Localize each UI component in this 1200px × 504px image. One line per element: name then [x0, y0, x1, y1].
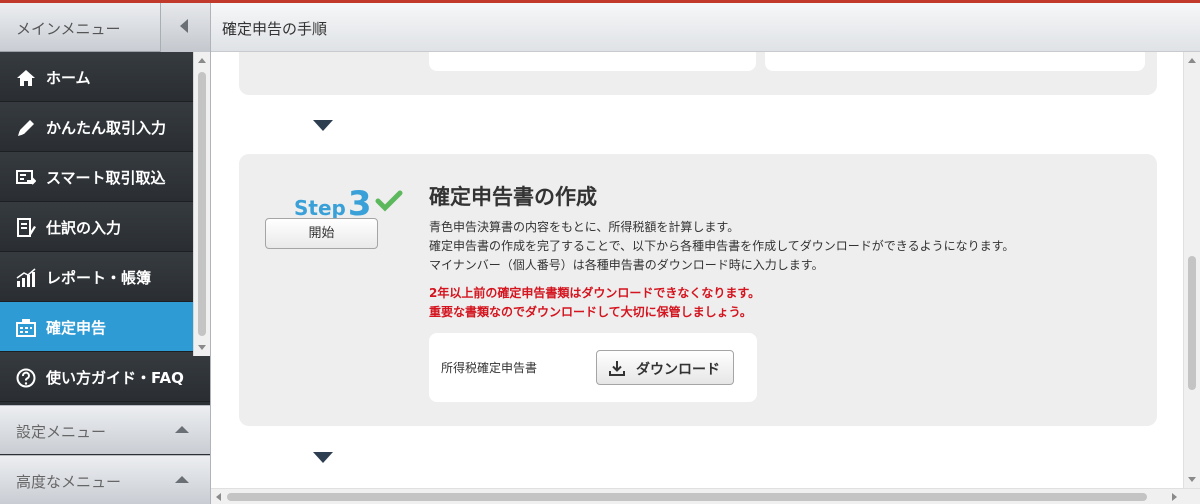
sidebar-item-label: 確定申告: [46, 319, 107, 337]
scroll-up-icon[interactable]: [1188, 58, 1196, 63]
check-icon: [375, 190, 403, 212]
sidebar-item-tax-return[interactable]: 確定申告: [0, 302, 193, 352]
chevron-up-icon: [175, 426, 189, 433]
sidebar: メインメニュー ホーム かんたん取引入力 スマート取引取込 仕訳の入力 レポート…: [0, 3, 210, 504]
download-icon: [609, 361, 625, 376]
help-icon: [16, 368, 36, 388]
journal-icon: [17, 218, 36, 237]
previous-step-card: [239, 52, 1157, 95]
sidebar-header: メインメニュー: [0, 3, 210, 52]
scroll-down-icon[interactable]: [198, 345, 206, 350]
chevron-left-icon: [180, 19, 188, 33]
step-arrow-down-icon: [313, 452, 333, 463]
sidebar-scrollbar[interactable]: [193, 52, 210, 356]
scroll-up-icon[interactable]: [198, 58, 206, 63]
download-button[interactable]: ダウンロード: [596, 350, 734, 385]
step-word: Step: [294, 196, 346, 220]
sidebar-item-guide-faq[interactable]: 使い方ガイド・FAQ: [0, 352, 210, 402]
tax-return-icon: [16, 319, 36, 337]
step-description-line: 確定申告書の作成を完了することで、以下から各種申告書を作成してダウンロードができ…: [429, 239, 1015, 253]
import-icon: [16, 170, 36, 185]
sidebar-item-label: かんたん取引入力: [46, 119, 167, 137]
sidebar-scrollbar-thumb[interactable]: [198, 72, 206, 336]
warning-line: 重要な書類なのでダウンロードして大切に保管しましょう。: [429, 305, 752, 319]
main-scrollbar-thumb[interactable]: [1188, 256, 1196, 390]
main-hscrollbar-thumb[interactable]: [227, 493, 1147, 501]
start-button[interactable]: 開始: [265, 218, 378, 249]
page-title: 確定申告の手順: [222, 20, 328, 38]
step-arrow-down-icon: [313, 120, 333, 131]
previous-step-box-right: [765, 52, 1145, 71]
previous-step-box-left: [429, 52, 756, 71]
main-content: 確定申告の手順 Step3 開始 確定申告書の作成 青色申告決算書の内容をもとに…: [210, 3, 1200, 504]
sidebar-title: メインメニュー: [16, 20, 121, 38]
settings-menu-toggle[interactable]: 設定メニュー: [0, 405, 210, 454]
main-header: 確定申告の手順: [211, 3, 1200, 52]
scroll-left-icon[interactable]: [216, 493, 221, 501]
sidebar-item-label: 仕訳の入力: [46, 219, 122, 237]
collapse-sidebar-button[interactable]: [160, 3, 210, 52]
chevron-up-icon: [175, 476, 189, 483]
sidebar-item-reports[interactable]: レポート・帳簿: [0, 252, 193, 302]
home-icon: [17, 70, 35, 86]
main-horizontal-scrollbar[interactable]: [211, 488, 1200, 504]
warning-line: 2年以上前の確定申告書類はダウンロードできなくなります。: [429, 286, 761, 300]
report-chart-icon: [16, 268, 36, 287]
sidebar-item-home[interactable]: ホーム: [0, 52, 193, 102]
settings-menu-label: 設定メニュー: [16, 423, 107, 441]
download-box: 所得税確定申告書 ダウンロード: [429, 333, 757, 402]
sidebar-item-label: ホーム: [46, 69, 91, 87]
sidebar-item-label: 使い方ガイド・FAQ: [46, 369, 184, 387]
advanced-menu-toggle[interactable]: 高度なメニュー: [0, 455, 210, 504]
step-description-line: 青色申告決算書の内容をもとに、所得税額を計算します。: [429, 220, 740, 234]
step-3-card: Step3 開始 確定申告書の作成 青色申告決算書の内容をもとに、所得税額を計算…: [239, 154, 1157, 426]
sidebar-item-journal[interactable]: 仕訳の入力: [0, 202, 193, 252]
main-nav: ホーム かんたん取引入力 スマート取引取込 仕訳の入力 レポート・帳簿 確定申告…: [0, 52, 210, 402]
pencil-icon: [18, 120, 34, 136]
step-description-line: マイナンバー（個人番号）は各種申告書のダウンロード時に入力します。: [429, 258, 824, 272]
advanced-menu-label: 高度なメニュー: [16, 473, 122, 491]
main-vertical-scrollbar[interactable]: [1183, 52, 1200, 488]
scroll-down-icon[interactable]: [1188, 477, 1196, 482]
sidebar-item-label: レポート・帳簿: [46, 269, 152, 287]
sidebar-item-smart-import[interactable]: スマート取引取込: [0, 152, 193, 202]
step-title: 確定申告書の作成: [429, 185, 597, 209]
scroll-right-icon[interactable]: [1172, 493, 1177, 501]
download-button-label: ダウンロード: [636, 362, 720, 378]
download-item-label: 所得税確定申告書: [441, 361, 538, 375]
sidebar-item-easy-entry[interactable]: かんたん取引入力: [0, 102, 193, 152]
sidebar-item-label: スマート取引取込: [46, 169, 166, 187]
